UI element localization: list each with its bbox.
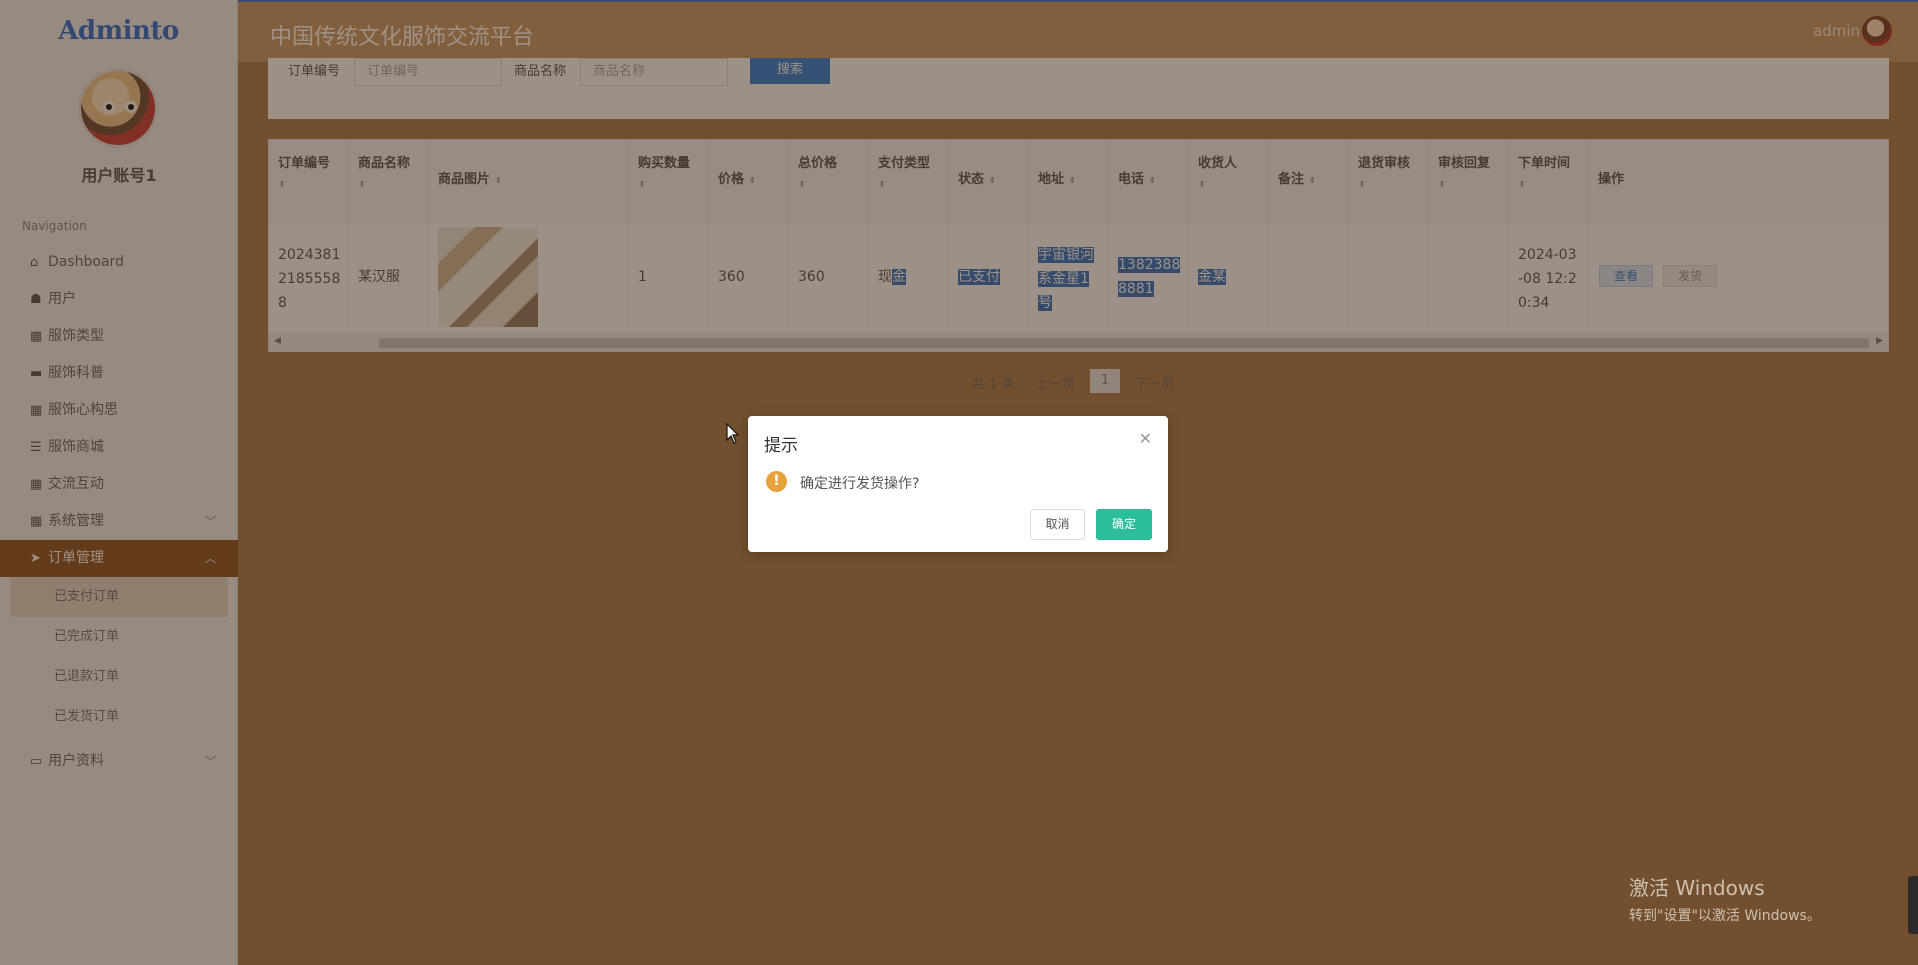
confirm-dialog: 提示 ✕ ! 确定进行发货操作? 取消 确定 [748, 416, 1168, 552]
dialog-title: 提示 [764, 436, 798, 456]
windows-activation-watermark: 激活 Windows 转到"设置"以激活 Windows。 [1629, 876, 1821, 924]
cancel-button[interactable]: 取消 [1030, 509, 1085, 540]
warning-icon: ! [766, 471, 787, 492]
dialog-message: 确定进行发货操作? [800, 476, 920, 492]
confirm-button[interactable]: 确定 [1096, 509, 1152, 540]
side-widget[interactable] [1908, 876, 1918, 934]
close-icon[interactable]: ✕ [1139, 429, 1152, 448]
